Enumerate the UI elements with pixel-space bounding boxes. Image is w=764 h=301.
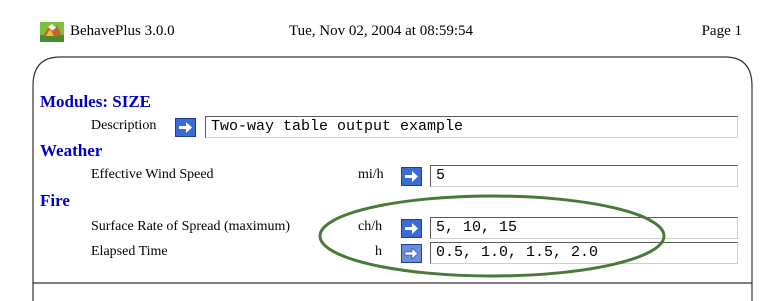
arrow-right-icon	[405, 171, 418, 182]
arrow-right-icon	[179, 122, 192, 133]
wind-speed-label: Effective Wind Speed	[91, 167, 214, 182]
elapsed-time-arrow-button[interactable]	[401, 244, 422, 263]
wind-speed-unit: mi/h	[358, 167, 384, 182]
behaveplus-logo-icon	[40, 22, 64, 42]
elapsed-time-label: Elapsed Time	[91, 244, 168, 259]
fire-title: Fire	[40, 191, 70, 210]
page-number: Page 1	[701, 23, 742, 39]
rate-of-spread-label: Surface Rate of Spread (maximum)	[91, 219, 291, 234]
arrow-right-icon	[405, 223, 418, 234]
arrow-right-icon	[404, 247, 419, 260]
app-title: BehavePlus 3.0.0	[70, 23, 175, 39]
wind-speed-field[interactable]: 5	[430, 165, 738, 187]
rate-of-spread-arrow-button[interactable]	[401, 219, 422, 238]
elapsed-time-unit: h	[375, 244, 382, 259]
modules-title: Modules: SIZE	[40, 92, 151, 111]
elapsed-time-field[interactable]: 0.5, 1.0, 1.5, 2.0	[430, 242, 738, 264]
rate-of-spread-unit: ch/h	[358, 219, 383, 234]
report-date: Tue, Nov 02, 2004 at 08:59:54	[289, 23, 474, 39]
rate-of-spread-field[interactable]: 5, 10, 15	[430, 217, 738, 239]
weather-title: Weather	[40, 141, 103, 160]
wind-speed-arrow-button[interactable]	[401, 167, 422, 186]
description-label: Description	[91, 118, 157, 133]
description-arrow-button[interactable]	[175, 118, 196, 137]
description-field[interactable]: Two-way table output example	[205, 116, 738, 138]
